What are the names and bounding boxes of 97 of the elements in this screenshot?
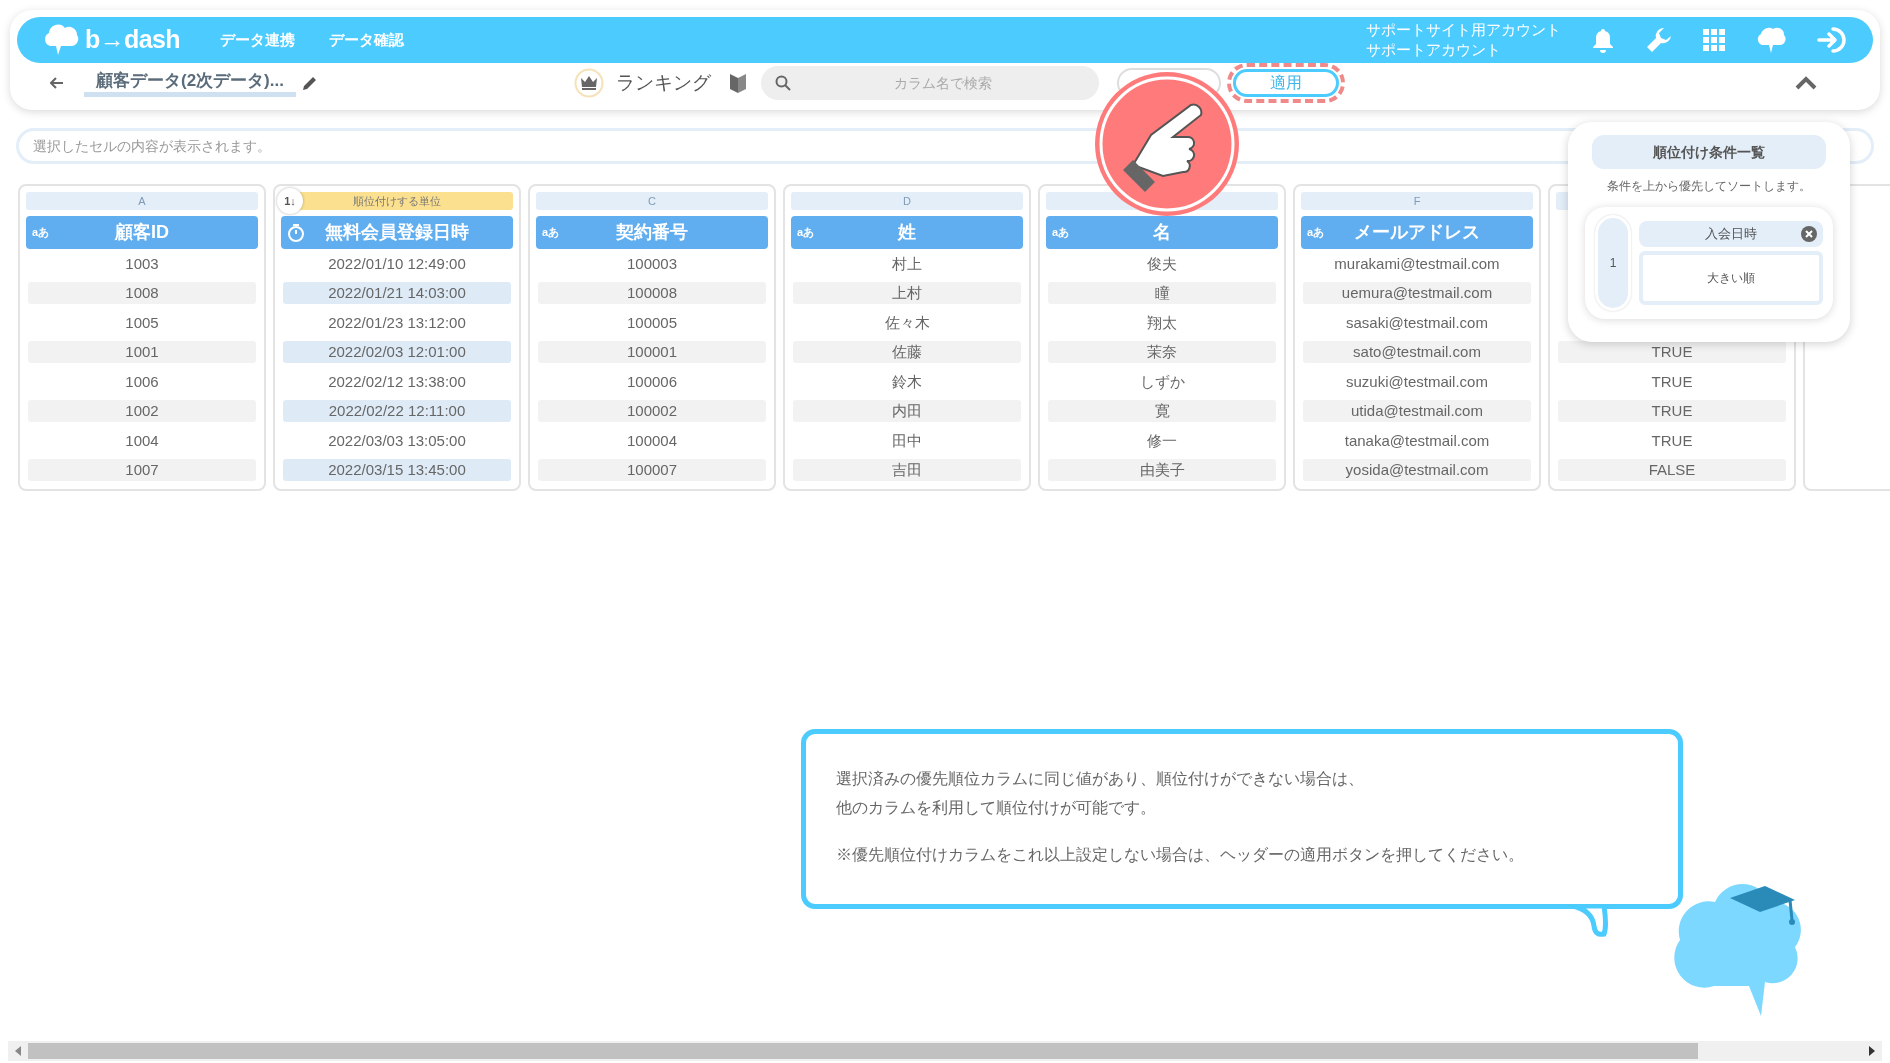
sort-direction-select[interactable]: 大きい順 — [1639, 251, 1823, 305]
table-cell[interactable]: 100003 — [538, 252, 766, 275]
panel-hint: 条件を上から優先してソートします。 — [1607, 178, 1811, 195]
column-letter: D — [791, 192, 1023, 210]
column-title: 無料会員登録日時 — [325, 221, 469, 244]
table-cell[interactable]: 茉奈 — [1048, 341, 1276, 364]
table-cell[interactable]: 100002 — [538, 400, 766, 423]
table-cell[interactable]: 俊夫 — [1048, 252, 1276, 275]
condition-order: 1 — [1595, 215, 1631, 311]
table-cell[interactable]: 2022/02/03 12:01:00 — [283, 341, 511, 364]
ranking-mode-label: ランキング — [615, 70, 711, 95]
account-name: サポートサイト用アカウント — [1366, 20, 1561, 40]
scroll-left-icon[interactable] — [14, 1046, 22, 1056]
table-cell[interactable]: 修一 — [1048, 429, 1276, 452]
table-cell[interactable]: uemura@testmail.com — [1303, 282, 1531, 305]
table-cell[interactable]: 100008 — [538, 282, 766, 305]
table-cell[interactable]: sasaki@testmail.com — [1303, 311, 1531, 334]
table-cell[interactable]: 2022/01/23 13:12:00 — [283, 311, 511, 334]
type-label: aあ — [542, 225, 560, 241]
search-icon — [774, 75, 791, 91]
type-label: aあ — [1307, 225, 1325, 241]
table-cell[interactable]: 2022/02/22 12:11:00 — [283, 400, 511, 423]
rank-order-badge: 1↓ — [277, 188, 303, 214]
table-cell[interactable]: 2022/02/12 13:38:00 — [283, 370, 511, 393]
table-cell[interactable]: 1004 — [28, 429, 256, 452]
column-title: 姓 — [898, 221, 916, 244]
remove-condition-icon[interactable] — [1801, 226, 1817, 242]
table-cell[interactable]: TRUE — [1558, 400, 1786, 423]
collapse-chevron-icon[interactable] — [1795, 76, 1817, 90]
table-cell[interactable]: しずか — [1048, 370, 1276, 393]
table-cell[interactable]: 瞳 — [1048, 282, 1276, 305]
scroll-right-icon[interactable] — [1868, 1046, 1876, 1056]
type-label: aあ — [1052, 225, 1070, 241]
table-cell[interactable]: 2022/01/21 14:03:00 — [283, 282, 511, 305]
table-cell[interactable]: utida@testmail.com — [1303, 400, 1531, 423]
table-cell[interactable]: 内田 — [793, 400, 1021, 423]
table-cell[interactable]: 100005 — [538, 311, 766, 334]
table-cell[interactable]: yosida@testmail.com — [1303, 459, 1531, 482]
stopwatch-icon — [287, 222, 305, 243]
column-title: 顧客ID — [115, 221, 169, 244]
panel-title: 順位付け条件一覧 — [1592, 135, 1826, 169]
table-cell[interactable]: tanaka@testmail.com — [1303, 429, 1531, 452]
table-cell[interactable]: 2022/03/15 13:45:00 — [283, 459, 511, 482]
tip-text: 選択済みの優先順位カラムに同じ値があり、順位付けができない場合は、 — [836, 769, 1365, 789]
account-name: サポートアカウント — [1366, 40, 1502, 60]
crown-icon — [573, 68, 604, 98]
tip-text: 他のカラムを利用して順位付けが可能です。 — [836, 798, 1157, 818]
horizontal-scrollbar[interactable] — [8, 1041, 1882, 1061]
type-label: aあ — [32, 225, 50, 241]
dataset-title[interactable]: 顧客データ(2次データ)... — [84, 69, 296, 97]
tip-text: ※優先順位付けカラムをこれ以上設定しない場合は、ヘッダーの適用ボタンを押してください。 — [836, 845, 1525, 865]
back-arrow-icon[interactable] — [50, 77, 64, 89]
column-letter: F — [1301, 192, 1533, 210]
table-cell[interactable]: TRUE — [1558, 341, 1786, 364]
table-cell[interactable]: 吉田 — [793, 459, 1021, 482]
column-title: 名 — [1153, 221, 1171, 244]
table-cell[interactable]: 2022/03/03 13:05:00 — [283, 429, 511, 452]
table-cell[interactable]: suzuki@testmail.com — [1303, 370, 1531, 393]
table-cell[interactable]: 由美子 — [1048, 459, 1276, 482]
condition-column: 入会日時 — [1705, 224, 1757, 244]
table-cell[interactable]: 1001 — [28, 341, 256, 364]
column-title: 契約番号 — [616, 221, 688, 244]
column-letter: C — [536, 192, 768, 210]
table-cell[interactable]: 1003 — [28, 252, 256, 275]
type-label: aあ — [797, 225, 815, 241]
table-cell[interactable]: 佐藤 — [793, 341, 1021, 364]
wrench-icon[interactable] — [1645, 26, 1673, 54]
logout-icon[interactable] — [1817, 26, 1849, 54]
table-cell[interactable]: 2022/01/10 12:49:00 — [283, 252, 511, 275]
table-cell[interactable]: 1002 — [28, 400, 256, 423]
column-letter: A — [26, 192, 258, 210]
table-cell[interactable]: 鈴木 — [793, 370, 1021, 393]
table-cell[interactable]: FALSE — [1558, 459, 1786, 482]
table-cell[interactable]: 村上 — [793, 252, 1021, 275]
column-search-field[interactable]: カラム名で検索 — [760, 66, 1099, 100]
table-cell[interactable]: 1008 — [28, 282, 256, 305]
table-cell[interactable]: TRUE — [1558, 429, 1786, 452]
scrollbar-thumb[interactable] — [28, 1043, 1698, 1059]
table-cell[interactable]: 100006 — [538, 370, 766, 393]
table-cell[interactable]: 上村 — [793, 282, 1021, 305]
table-cell[interactable]: 100004 — [538, 429, 766, 452]
table-cell[interactable]: 1005 — [28, 311, 256, 334]
edit-pencil-icon[interactable] — [301, 75, 318, 91]
table-cell[interactable]: 100001 — [538, 341, 766, 364]
table-cell[interactable]: TRUE — [1558, 370, 1786, 393]
table-cell[interactable]: 田中 — [793, 429, 1021, 452]
table-cell[interactable]: murakami@testmail.com — [1303, 252, 1531, 275]
table-cell[interactable]: 佐々木 — [793, 311, 1021, 334]
column-title: メールアドレス — [1354, 221, 1480, 244]
table-cell[interactable]: 翔太 — [1048, 311, 1276, 334]
app-grid-icon[interactable] — [1703, 29, 1725, 51]
notification-bell-icon[interactable] — [1591, 27, 1615, 53]
table-cell[interactable]: 1007 — [28, 459, 256, 482]
table-cell[interactable]: 100007 — [538, 459, 766, 482]
table-cell[interactable]: 1006 — [28, 370, 256, 393]
table-cell[interactable]: sato@testmail.com — [1303, 341, 1531, 364]
table-cell[interactable]: 寛 — [1048, 400, 1276, 423]
